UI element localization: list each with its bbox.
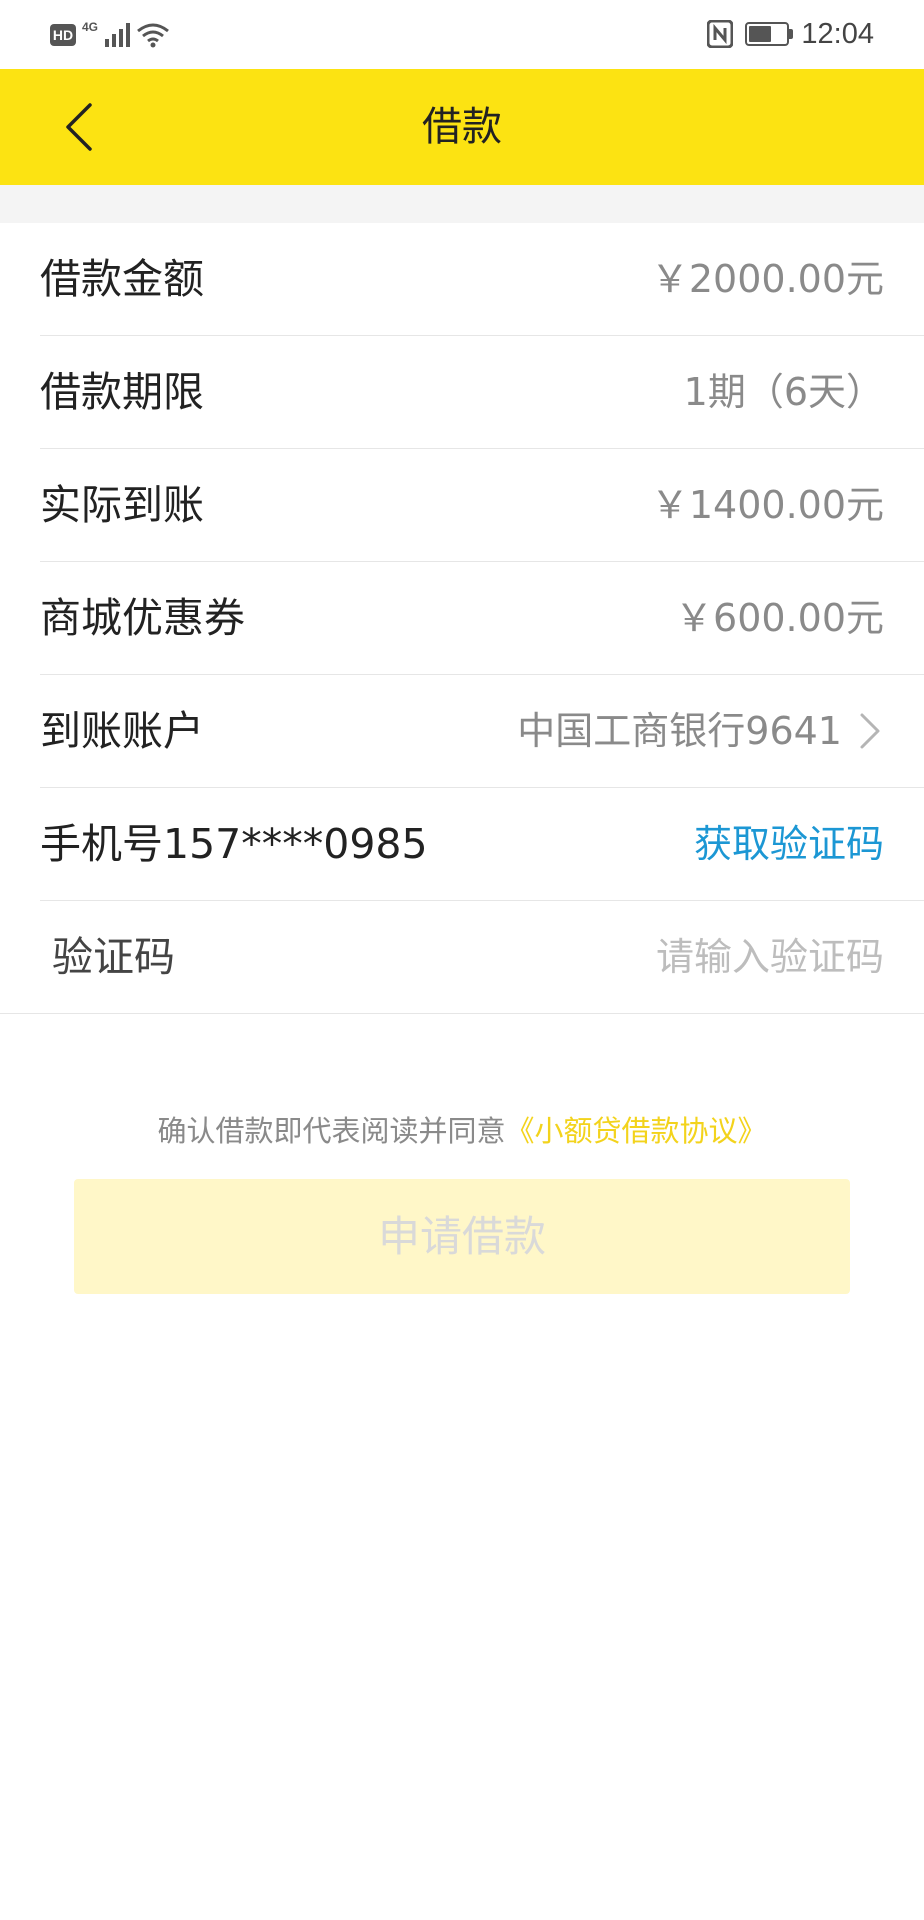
nfc-icon: [707, 20, 734, 48]
code-input[interactable]: 请输入验证码: [656, 901, 884, 1013]
phone-label: 手机号157****0985: [40, 820, 428, 868]
receiving-account-row[interactable]: 到账账户 中国工商银行9641: [40, 675, 924, 788]
battery-level: [749, 26, 772, 42]
loan-amount-row: 借款金额 ￥2000.00元: [40, 223, 924, 336]
receiving-account-label: 到账账户: [40, 707, 204, 755]
actual-received-row: 实际到账 ￥1400.00元: [40, 449, 924, 562]
agreement-notice: 确认借款即代表阅读并同意《小额贷借款协议》: [0, 1108, 924, 1150]
coupon-value: ￥600.00元: [675, 596, 884, 640]
battery-icon: [745, 22, 794, 46]
loan-term-label: 借款期限: [40, 368, 204, 416]
loan-amount-label: 借款金额: [40, 255, 204, 303]
status-left: HD 4G: [50, 18, 170, 52]
agreement-text: 确认借款即代表阅读并同意: [157, 1114, 506, 1148]
actual-received-value: ￥1400.00元: [650, 483, 884, 527]
section-divider: [0, 185, 924, 223]
page-title: 借款: [422, 104, 502, 150]
chevron-right-icon: [860, 713, 880, 749]
clock: 12:04: [801, 17, 874, 50]
receiving-account-value: 中国工商银行9641: [517, 709, 842, 753]
agreement-link[interactable]: 《小额贷借款协议》: [506, 1114, 767, 1148]
wifi-icon: [137, 23, 169, 48]
signal-icon: [105, 23, 131, 47]
code-row[interactable]: 验证码 请输入验证码: [0, 901, 924, 1014]
coupon-label: 商城优惠券: [40, 594, 245, 642]
code-label: 验证码: [52, 933, 175, 981]
status-bar: HD 4G 12:04: [0, 0, 924, 69]
loan-amount-value: ￥2000.00元: [650, 257, 884, 301]
status-right: 12:04: [707, 16, 874, 52]
get-code-button[interactable]: 获取验证码: [694, 788, 884, 900]
apply-loan-button[interactable]: 申请借款: [74, 1179, 850, 1294]
network-type: 4G: [82, 20, 99, 34]
loan-term-value: 1期（6天）: [683, 370, 884, 414]
coupon-row: 商城优惠券 ￥600.00元: [40, 562, 924, 675]
loan-details-list: 借款金额 ￥2000.00元 借款期限 1期（6天） 实际到账 ￥1400.00…: [0, 223, 924, 1014]
actual-received-label: 实际到账: [40, 481, 204, 529]
phone-row: 手机号157****0985 获取验证码: [40, 788, 924, 901]
hd-icon: HD: [50, 24, 76, 46]
loan-term-row: 借款期限 1期（6天）: [40, 336, 924, 449]
title-bar: 借款: [0, 69, 924, 185]
